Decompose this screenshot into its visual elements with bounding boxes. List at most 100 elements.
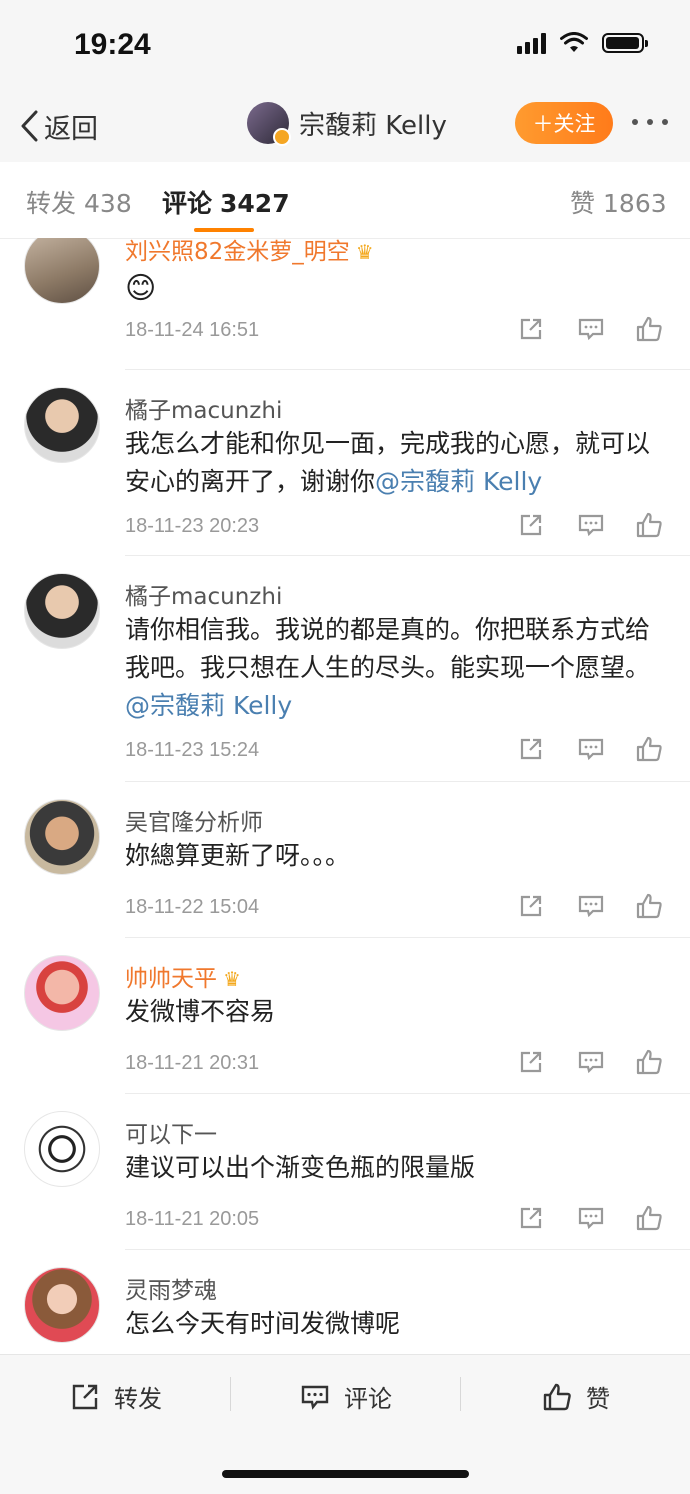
- comment-body: 请你相信我。我说的都是真的。你把联系方式给我吧。我只想在人生的尽头。能实现一个愿…: [125, 615, 651, 682]
- chevron-left-icon: [21, 110, 38, 142]
- share-icon[interactable]: [517, 1204, 545, 1232]
- comment-actions: [515, 511, 665, 543]
- comment-username[interactable]: 灵雨梦魂: [125, 1271, 217, 1305]
- back-label: 返回: [44, 113, 98, 145]
- wifi-icon: [560, 32, 588, 52]
- comment-list[interactable]: 刘兴照82金米萝_明空 ♛ 😊 18-11-24 16:51 橘子macunzhi…: [0, 238, 690, 1354]
- comment-actions: [515, 735, 665, 767]
- comment-text: 发微博不容易: [125, 997, 276, 1026]
- divider: [125, 555, 690, 556]
- username-text: 帅帅天平: [125, 966, 217, 992]
- tab-count: 3427: [220, 189, 290, 218]
- comment-text: 建议可以出个渐变色瓶的限量版: [125, 1153, 476, 1182]
- comment-time: 18-11-21 20:05: [125, 1208, 260, 1230]
- like-icon[interactable]: [635, 892, 663, 920]
- avatar[interactable]: [24, 955, 100, 1031]
- comment-time: 18-11-21 20:31: [125, 1052, 260, 1074]
- like-button[interactable]: 赞: [542, 1379, 610, 1414]
- status-time: 19:24: [74, 28, 151, 61]
- comment-actions: [515, 1048, 665, 1080]
- share-icon[interactable]: [517, 892, 545, 920]
- comment-username[interactable]: 橘子macunzhi: [125, 577, 282, 611]
- vip-crown-icon: ♛: [223, 967, 241, 991]
- comment-time: 18-11-23 15:24: [125, 739, 260, 761]
- tab-repost[interactable]: 转发 438: [26, 184, 132, 220]
- mention-link[interactable]: @宗馥莉 Kelly: [125, 691, 292, 720]
- tab-label: 评论: [162, 189, 213, 218]
- tab-likes[interactable]: 赞 1863: [570, 184, 667, 220]
- divider: [125, 1093, 690, 1094]
- share-icon[interactable]: [517, 735, 545, 763]
- repost-button[interactable]: 转发: [70, 1379, 162, 1414]
- comment-icon[interactable]: [577, 892, 605, 920]
- comment-time: 18-11-24 16:51: [125, 319, 260, 341]
- tab-count: 1863: [603, 189, 667, 218]
- follow-button[interactable]: ＋关注: [515, 102, 613, 144]
- like-icon[interactable]: [635, 511, 663, 539]
- comment-time: 18-11-23 20:23: [125, 515, 260, 537]
- avatar: [247, 102, 291, 146]
- comment-icon[interactable]: [577, 735, 605, 763]
- tab-bar: 转发 438 评论 3427 赞 1863: [0, 162, 690, 239]
- nav-bar: 返回 宗馥莉 Kelly ＋关注: [0, 92, 690, 163]
- share-icon[interactable]: [517, 315, 545, 343]
- separator: [230, 1377, 231, 1411]
- divider: [125, 937, 690, 938]
- tab-comments[interactable]: 评论 3427: [162, 184, 290, 220]
- repost-label: 转发: [114, 1385, 162, 1413]
- comment-actions: [515, 315, 665, 347]
- comment-button[interactable]: 评论: [300, 1379, 392, 1414]
- comment-label: 评论: [344, 1385, 392, 1413]
- comment-username[interactable]: 帅帅天平 ♛: [125, 959, 241, 993]
- tab-count: 438: [84, 189, 132, 218]
- comment-actions: [515, 892, 665, 924]
- comment-icon[interactable]: [577, 315, 605, 343]
- vip-crown-icon: ♛: [355, 240, 374, 264]
- status-icons: [517, 32, 648, 54]
- comment-time: 18-11-22 15:04: [125, 896, 260, 918]
- share-icon: [72, 1384, 98, 1409]
- separator: [460, 1377, 461, 1411]
- signal-icon: [517, 32, 546, 54]
- comment-username[interactable]: 橘子macunzhi: [125, 391, 282, 425]
- divider: [125, 1249, 690, 1250]
- back-button[interactable]: 返回: [18, 104, 98, 148]
- comment-username[interactable]: 吴官隆分析师: [125, 803, 263, 837]
- avatar[interactable]: [24, 1267, 100, 1343]
- avatar[interactable]: [24, 799, 100, 875]
- mention-link[interactable]: @宗馥莉 Kelly: [375, 467, 542, 496]
- more-icon[interactable]: [632, 119, 668, 125]
- share-icon[interactable]: [517, 1048, 545, 1076]
- comment-text: 😊: [125, 271, 157, 306]
- battery-icon: [602, 33, 648, 53]
- comment-username[interactable]: 可以下一: [125, 1115, 217, 1149]
- like-icon[interactable]: [635, 735, 663, 763]
- share-icon[interactable]: [517, 511, 545, 539]
- like-icon[interactable]: [635, 1048, 663, 1076]
- comment-icon[interactable]: [577, 1204, 605, 1232]
- nav-user[interactable]: 宗馥莉 Kelly: [247, 102, 447, 146]
- comment-text: 妳總算更新了呀。。。: [125, 841, 351, 870]
- comment-text: 我怎么才能和你见一面，完成我的心愿，就可以安心的离开了，谢谢你@宗馥莉 Kell…: [125, 425, 670, 501]
- like-label: 赞: [586, 1385, 610, 1413]
- comment-username[interactable]: 刘兴照82金米萝_明空 ♛: [125, 238, 374, 266]
- comment-icon: [301, 1385, 329, 1410]
- comment-text: 怎么今天有时间发微博呢: [125, 1309, 401, 1338]
- home-indicator: [222, 1470, 469, 1478]
- avatar[interactable]: [24, 573, 100, 649]
- like-icon[interactable]: [635, 315, 663, 343]
- divider: [125, 781, 690, 782]
- comment-icon[interactable]: [577, 1048, 605, 1076]
- avatar[interactable]: [24, 238, 100, 304]
- avatar[interactable]: [24, 387, 100, 463]
- like-icon[interactable]: [635, 1204, 663, 1232]
- tab-label: 赞: [570, 189, 596, 218]
- comment-icon[interactable]: [577, 511, 605, 539]
- username-text: 刘兴照82金米萝_明空: [125, 239, 350, 265]
- comment-text: 请你相信我。我说的都是真的。你把联系方式给我吧。我只想在人生的尽头。能实现一个愿…: [125, 611, 670, 725]
- tab-label: 转发: [26, 189, 77, 218]
- tab-underline: [194, 228, 254, 232]
- comment-actions: [515, 1204, 665, 1236]
- nav-user-name: 宗馥莉 Kelly: [299, 110, 447, 141]
- avatar[interactable]: [24, 1111, 100, 1187]
